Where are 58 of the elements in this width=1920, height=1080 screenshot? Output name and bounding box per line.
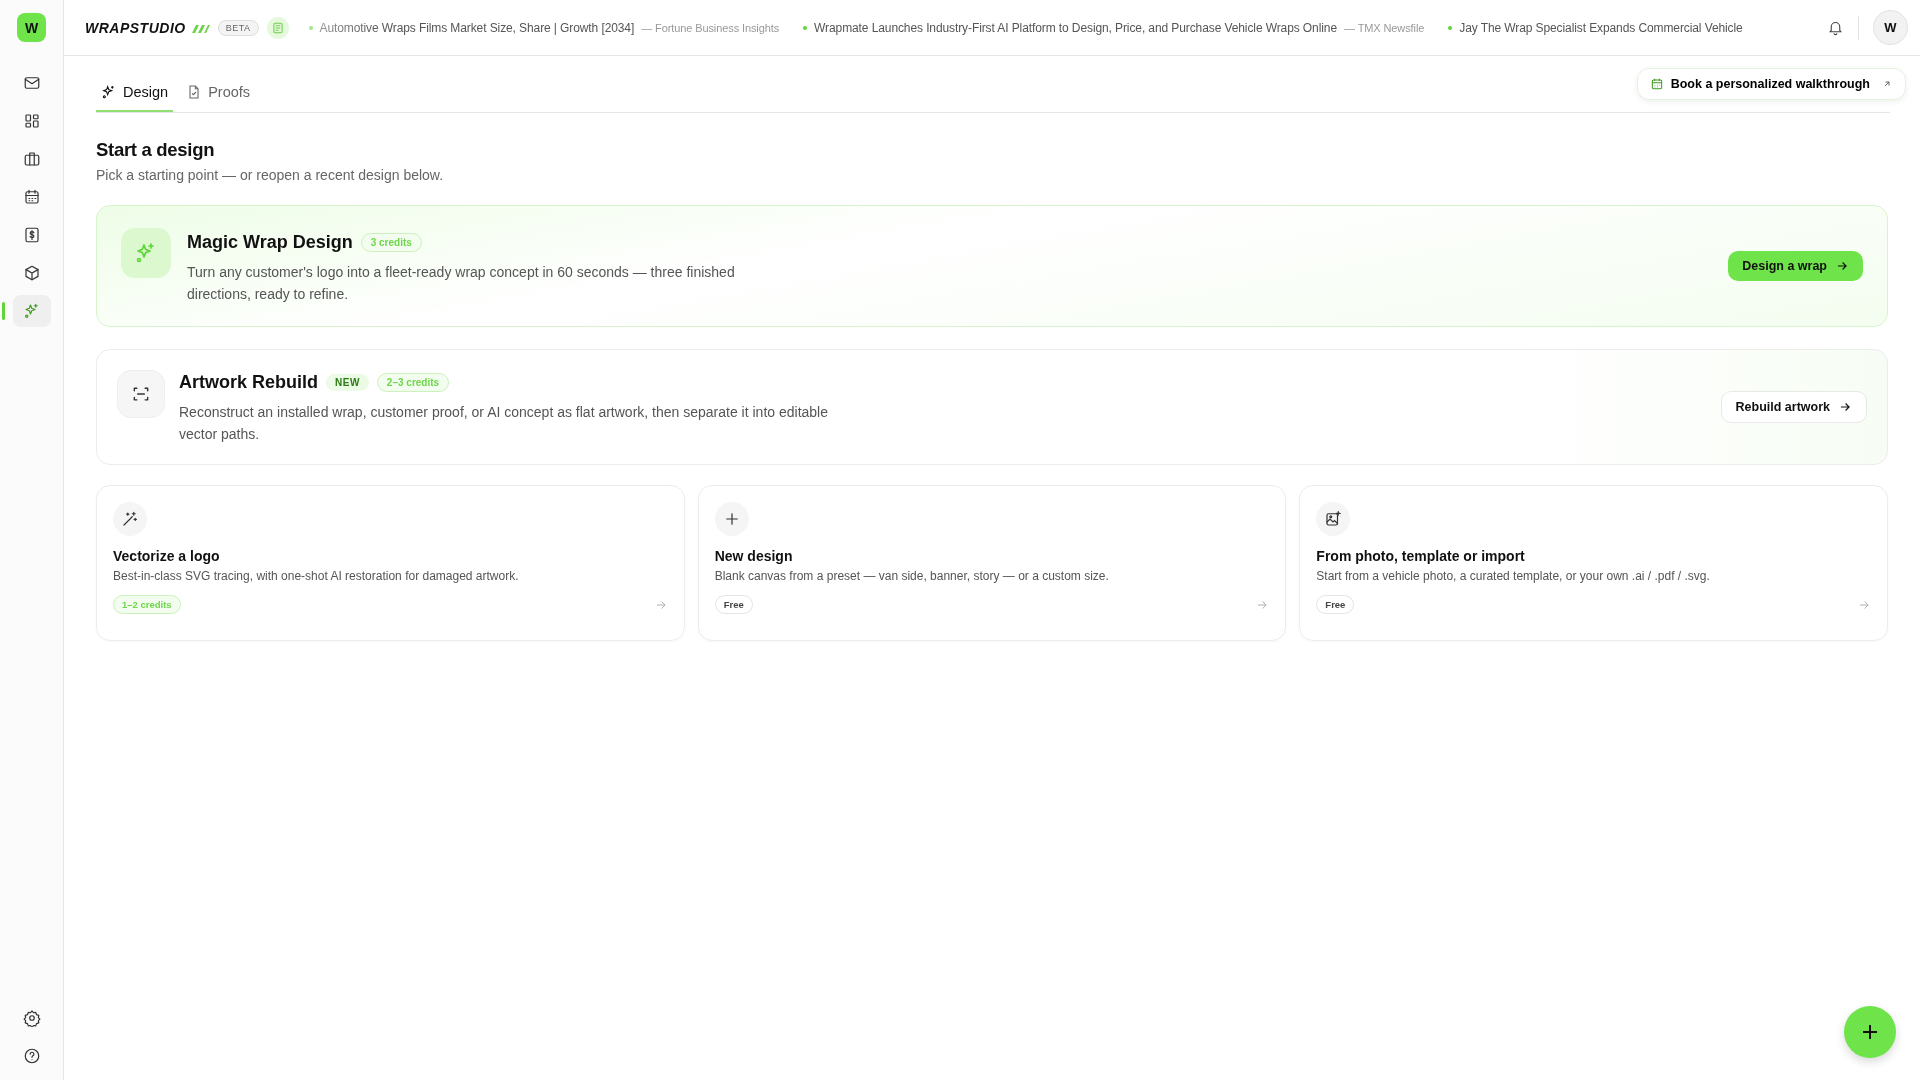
rebuild-button[interactable]: Rebuild artwork (1720, 391, 1867, 423)
news-headline[interactable]: Automotive Wraps Films Market Size, Share | Growth [2034] (319, 20, 635, 35)
news-source: — TMX Newsfile (1343, 21, 1425, 34)
tab[interactable]: Design (96, 80, 174, 112)
sparkle-icon (121, 228, 171, 278)
card-description: Blank canvas from a preset — van side, banner, story — or a custom size. (714, 569, 1110, 583)
credits-tag: 3 credits (360, 233, 422, 252)
user-avatar[interactable]: W (1873, 10, 1908, 45)
credits-tag: 2–3 credits (376, 373, 450, 392)
plus-icon (714, 502, 749, 536)
credits-tag: 1–2 credits (113, 595, 181, 614)
card-description: Reconstruct an installed wrap, customer proof, or AI concept as flat artwork, then separate it into editable vector paths. (179, 403, 829, 444)
page-subheading: Pick a starting point — or reopen a recent design below. (96, 167, 445, 183)
option-card[interactable]: New design Blank canvas from a preset — van side, banner, story — or a custom size. Free (697, 485, 1287, 641)
brand-wordmark: WRAPSTUDIO (85, 19, 186, 36)
card-title: Vectorize a logo (113, 548, 221, 564)
mail-icon (22, 74, 41, 92)
notifications-icon[interactable] (1827, 19, 1844, 36)
beta-badge: BETA (217, 19, 259, 36)
sparkle-icon (22, 302, 41, 320)
free-tag: Free (1316, 595, 1355, 614)
scan-icon (117, 370, 165, 418)
card-title: Magic Wrap Design (187, 232, 353, 253)
dollar-icon (22, 226, 41, 244)
news-dot (803, 25, 808, 30)
stripes-icon (189, 22, 210, 33)
news-headline[interactable]: Jay The Wrap Specialist Expands Commercial Vehicle (1459, 20, 1743, 35)
wand-icon (113, 502, 147, 536)
page-heading: Start a design (96, 139, 216, 161)
walkthrough-button[interactable]: Book a personalized walkthrough (1636, 68, 1906, 100)
sparkle-icon (101, 84, 117, 100)
news-dot (1448, 25, 1453, 30)
app-logo[interactable]: W (17, 13, 46, 42)
help-icon[interactable] (22, 1047, 41, 1065)
news-source: — Fortune Business Insights (641, 21, 780, 34)
magic-button[interactable]: Design a wrap (1728, 251, 1863, 281)
document-icon (270, 20, 285, 35)
settings-icon[interactable] (22, 1009, 41, 1027)
briefcase-icon (22, 150, 41, 168)
box-icon (22, 264, 41, 282)
card-title: New design (714, 548, 794, 564)
new-tag: NEW (326, 374, 369, 391)
option-card[interactable]: Vectorize a logo Best-in-class SVG tracing, with one-shot AI restoration for damaged artwork. 1–2 credits (96, 485, 685, 641)
free-tag: Free (714, 595, 753, 614)
card-description: Best-in-class SVG tracing, with one-shot AI restoration for damaged artwork. (113, 569, 520, 583)
calendar-icon (1649, 77, 1664, 91)
selection-indicator (1, 302, 5, 320)
card-title: From photo, template or import (1316, 548, 1526, 564)
tab[interactable]: Proofs (181, 80, 256, 112)
option-card[interactable]: From photo, template or import Start from a vehicle photo, a curated template, or your own .ai / .pdf / .svg. Free (1299, 485, 1888, 641)
calendar-icon (22, 188, 41, 206)
image-icon (1316, 502, 1351, 536)
card-description: Start from a vehicle photo, a curated template, or your own .ai / .pdf / .svg. (1316, 569, 1711, 583)
grid-icon (22, 112, 41, 130)
news-dot (308, 25, 313, 30)
news-headline[interactable]: Wrapmate Launches Industry-First AI Platform to Design, Price, and Purchase Vehicle Wraps Online (814, 20, 1337, 35)
card-description: Turn any customer's logo into a fleet-ready wrap concept in 60 seconds — three finished directions, ready to refine. (187, 263, 736, 304)
card-title: Artwork Rebuild (179, 372, 318, 393)
